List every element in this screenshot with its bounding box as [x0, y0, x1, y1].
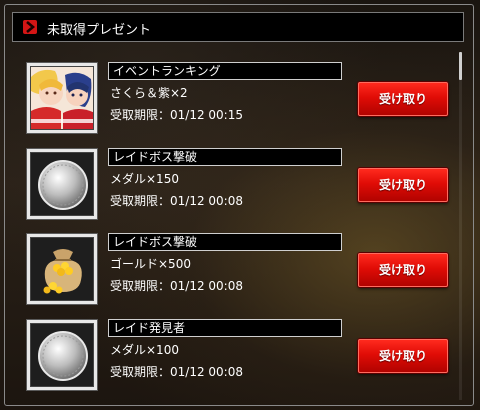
present-item: レイドボス撃破 メダル×150 受取期限：01/12 00:08 受け取り: [26, 148, 450, 228]
present-deadline: 受取期限：01/12 00:08: [110, 365, 243, 379]
present-thumbnail: [26, 319, 98, 391]
panel-header: 未取得プレゼント: [12, 12, 464, 42]
present-reward: メダル×100: [110, 343, 179, 357]
present-item: レイド発見者 メダル×100 受取期限：01/12 00:08 受け取り: [26, 319, 450, 399]
receive-button[interactable]: 受け取り: [358, 168, 448, 202]
present-title: レイド発見者: [108, 319, 342, 337]
present-thumbnail: [26, 148, 98, 220]
chevron-right-icon: [23, 20, 37, 34]
present-reward: メダル×150: [110, 172, 179, 186]
scrollbar-thumb[interactable]: [459, 52, 462, 80]
present-item: イベントランキング さくら＆紫×2 受取期限：01/12 00:15 受け取り: [26, 62, 450, 142]
present-thumbnail: [26, 233, 98, 305]
scrollbar[interactable]: [459, 52, 462, 400]
present-deadline: 受取期限：01/12 00:08: [110, 194, 243, 208]
present-reward: ゴールド×500: [110, 257, 191, 271]
present-title: レイドボス撃破: [108, 148, 342, 166]
medal-icon: [30, 152, 94, 216]
present-item: レイドボス撃破 ゴールド×500 受取期限：01/12 00:08 受け取り: [26, 233, 450, 313]
receive-button[interactable]: 受け取り: [358, 82, 448, 116]
present-deadline: 受取期限：01/12 00:08: [110, 279, 243, 293]
present-deadline: 受取期限：01/12 00:15: [110, 108, 243, 122]
panel-title: 未取得プレゼント: [47, 23, 152, 38]
medal-icon: [30, 323, 94, 387]
gold-bag-icon: [30, 237, 94, 301]
present-thumbnail: [26, 62, 98, 134]
receive-button[interactable]: 受け取り: [358, 339, 448, 373]
receive-button[interactable]: 受け取り: [358, 253, 448, 287]
character-card-icon: [30, 66, 94, 130]
present-title: イベントランキング: [108, 62, 342, 80]
present-reward: さくら＆紫×2: [110, 86, 188, 100]
present-title: レイドボス撃破: [108, 233, 342, 251]
